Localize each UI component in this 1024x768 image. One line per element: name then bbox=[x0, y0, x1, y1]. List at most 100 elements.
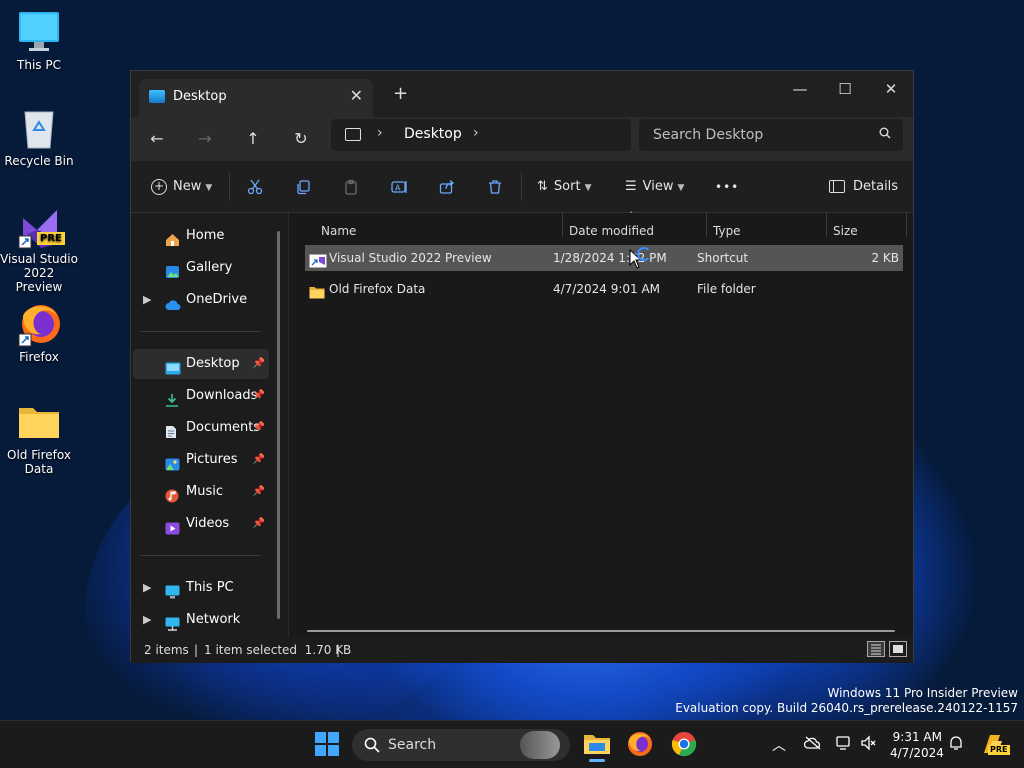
search-box[interactable]: Search Desktop bbox=[639, 119, 903, 151]
details-pane-button[interactable]: Details bbox=[829, 175, 898, 199]
pin-icon[interactable]: 📌 bbox=[253, 381, 265, 411]
monitor-icon bbox=[17, 10, 61, 54]
taskbar-search-input[interactable]: Search bbox=[388, 737, 436, 753]
sidebar-item-label: Home bbox=[186, 228, 225, 243]
taskbar-firefox[interactable] bbox=[627, 731, 653, 757]
sidebar-item-desktop[interactable]: Desktop 📌 bbox=[133, 349, 269, 379]
sidebar-item-music[interactable]: Music 📌 bbox=[133, 477, 269, 507]
desktop-icon-recycle-bin[interactable]: Recycle Bin bbox=[0, 106, 78, 168]
column-header-size[interactable]: Size bbox=[833, 219, 858, 243]
desktop-icon-old-firefox-data[interactable]: Old Firefox Data bbox=[0, 400, 78, 476]
visual-studio-icon: PRE bbox=[17, 204, 65, 249]
address-bar[interactable]: › Desktop › bbox=[331, 119, 631, 151]
scissors-icon bbox=[247, 179, 263, 194]
pin-icon[interactable]: 📌 bbox=[253, 349, 265, 379]
sort-button[interactable]: ⇅ Sort ▼ bbox=[537, 175, 591, 199]
chevron-right-icon[interactable]: › bbox=[473, 125, 479, 141]
file-date: 4/7/2024 9:01 AM bbox=[553, 282, 661, 296]
notification-bell-icon[interactable] bbox=[948, 735, 964, 754]
network-monitor-icon[interactable] bbox=[836, 735, 852, 754]
pin-icon[interactable]: 📌 bbox=[253, 509, 265, 539]
tiles-view-icon bbox=[893, 645, 903, 653]
copilot-preview-icon[interactable]: PRE bbox=[980, 731, 1010, 757]
column-header-date-modified[interactable]: Date modified bbox=[569, 219, 654, 243]
breadcrumb-desktop[interactable]: Desktop bbox=[404, 126, 462, 142]
cut-button[interactable] bbox=[247, 175, 263, 199]
command-bar: + New ▼ A ⇅ Sort ▼ ☰ View ▼ ••• Details bbox=[131, 161, 913, 213]
copy-icon bbox=[297, 179, 310, 194]
pin-icon[interactable]: 📌 bbox=[253, 413, 265, 443]
show-hidden-icons-chevron-up-icon[interactable]: ︿ bbox=[772, 735, 786, 755]
tiles-view-button[interactable] bbox=[889, 641, 907, 657]
clock-date: 4/7/2024 bbox=[890, 746, 944, 760]
forward-button[interactable]: → bbox=[191, 125, 219, 153]
sidebar-item-label: Downloads bbox=[186, 388, 258, 403]
copy-button[interactable] bbox=[295, 175, 311, 199]
taskbar-chrome[interactable] bbox=[671, 731, 697, 757]
table-row[interactable]: Old Firefox Data 4/7/2024 9:01 AM File f… bbox=[305, 276, 903, 302]
refresh-button[interactable]: ↻ bbox=[287, 125, 315, 153]
chevron-right-icon[interactable]: ▶ bbox=[143, 285, 151, 315]
column-header-type[interactable]: Type bbox=[713, 219, 741, 243]
windows-watermark: Windows 11 Pro Insider Preview Evaluatio… bbox=[675, 686, 1018, 716]
sidebar-item-downloads[interactable]: Downloads 📌 bbox=[133, 381, 269, 411]
desktop-icon-this-pc[interactable]: This PC bbox=[0, 10, 78, 72]
file-explorer-icon bbox=[584, 735, 610, 754]
new-button[interactable]: + New ▼ bbox=[151, 175, 212, 199]
paste-button[interactable] bbox=[343, 175, 359, 199]
close-button[interactable]: ✕ bbox=[869, 75, 913, 103]
view-button[interactable]: ☰ View ▼ bbox=[625, 175, 684, 199]
rename-icon: A bbox=[391, 180, 407, 193]
table-row[interactable]: Visual Studio 2022 Preview 1/28/2024 1:3… bbox=[305, 245, 903, 271]
taskbar-file-explorer[interactable] bbox=[583, 731, 611, 762]
more-options-button[interactable]: ••• bbox=[715, 175, 739, 199]
tab-desktop[interactable]: Desktop ✕ bbox=[139, 79, 373, 117]
sort-icon: ⇅ bbox=[537, 179, 548, 194]
sidebar-item-documents[interactable]: Documents 📌 bbox=[133, 413, 269, 443]
rename-button[interactable]: A bbox=[391, 175, 409, 199]
column-header-name[interactable]: Name bbox=[321, 219, 356, 243]
desktop-icon-label: Old Firefox Data bbox=[7, 448, 71, 476]
volume-muted-icon[interactable] bbox=[860, 735, 876, 754]
details-view-button[interactable] bbox=[867, 641, 885, 657]
sidebar-item-this-pc[interactable]: ▶ This PC bbox=[133, 573, 269, 603]
sidebar-item-label: Desktop bbox=[186, 356, 240, 371]
delete-button[interactable] bbox=[487, 175, 503, 199]
onedrive-offline-icon[interactable] bbox=[803, 736, 822, 753]
sidebar-item-gallery[interactable]: Gallery bbox=[133, 253, 269, 283]
sidebar-item-label: Gallery bbox=[186, 260, 233, 275]
monitor-icon bbox=[345, 128, 361, 141]
sidebar-item-home[interactable]: Home bbox=[133, 221, 269, 251]
tab-close-icon[interactable]: ✕ bbox=[350, 86, 363, 105]
minimize-button[interactable]: — bbox=[778, 75, 822, 103]
system-clock[interactable]: 9:31 AM 4/7/2024 bbox=[890, 729, 944, 761]
sidebar-item-videos[interactable]: Videos 📌 bbox=[133, 509, 269, 539]
chevron-right-icon[interactable]: ▶ bbox=[143, 573, 151, 603]
pin-icon[interactable]: 📌 bbox=[253, 445, 265, 475]
chevron-right-icon[interactable]: ▶ bbox=[143, 605, 151, 635]
music-icon bbox=[165, 485, 180, 503]
pin-icon[interactable]: 📌 bbox=[253, 477, 265, 507]
sidebar-item-network[interactable]: ▶ Network bbox=[133, 605, 269, 635]
chevron-right-icon[interactable]: › bbox=[377, 125, 383, 141]
desktop-icon-visual-studio[interactable]: PRE Visual Studio 2022 Preview bbox=[0, 204, 78, 294]
new-tab-button[interactable]: + bbox=[393, 83, 408, 104]
share-button[interactable] bbox=[439, 175, 455, 199]
search-input[interactable]: Search Desktop bbox=[653, 127, 763, 143]
desktop-icon-label: Visual Studio 2022 Preview bbox=[0, 252, 78, 294]
taskbar-search[interactable]: Search bbox=[352, 729, 570, 761]
back-button[interactable]: ← bbox=[143, 125, 171, 153]
gallery-icon bbox=[165, 261, 180, 278]
horizontal-scrollbar[interactable] bbox=[307, 630, 895, 632]
maximize-button[interactable]: ☐ bbox=[823, 75, 867, 103]
new-label: New bbox=[173, 179, 202, 194]
file-type: Shortcut bbox=[697, 251, 749, 265]
desktop-icon-firefox[interactable]: Firefox bbox=[0, 302, 78, 364]
up-button[interactable]: ↑ bbox=[239, 125, 267, 153]
start-button[interactable] bbox=[314, 731, 340, 757]
file-type: File folder bbox=[697, 282, 756, 296]
sidebar-item-pictures[interactable]: Pictures 📌 bbox=[133, 445, 269, 475]
network-icon bbox=[165, 613, 180, 631]
sidebar-item-onedrive[interactable]: ▶ OneDrive bbox=[133, 285, 269, 315]
navigation-scrollbar[interactable] bbox=[277, 231, 280, 619]
